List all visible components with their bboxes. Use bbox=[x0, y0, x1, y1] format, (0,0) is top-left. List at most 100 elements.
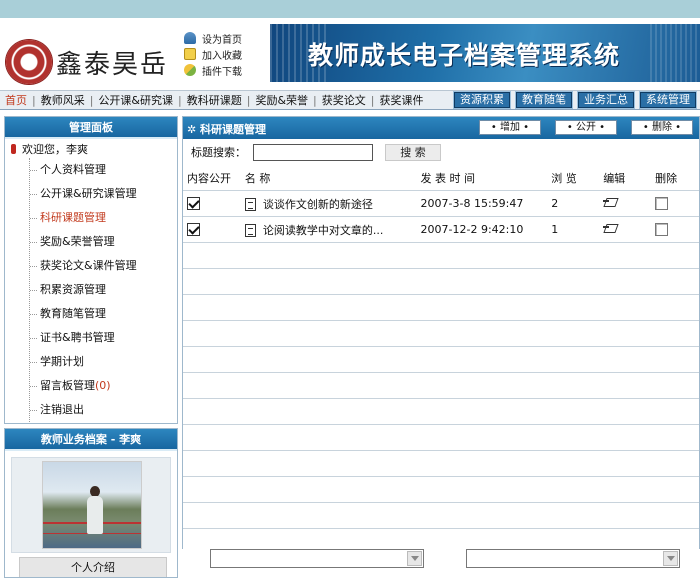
bottom-controls bbox=[182, 549, 700, 578]
add-favorite-link[interactable]: 加入收藏 bbox=[184, 46, 274, 62]
empty-row bbox=[183, 451, 699, 477]
topic-title-link[interactable]: 论阅读教学中对文章的... bbox=[263, 224, 384, 237]
delete-checkbox[interactable] bbox=[655, 197, 669, 211]
business-summary-button[interactable]: 业务汇总 bbox=[577, 91, 635, 109]
download-icon bbox=[184, 64, 196, 76]
education-essay-button[interactable]: 教育随笔 bbox=[515, 91, 573, 109]
nav-teacher-style[interactable]: 教师风采 bbox=[36, 92, 90, 108]
nav-award-courseware[interactable]: 获奖课件 bbox=[374, 92, 428, 108]
search-input[interactable] bbox=[253, 143, 373, 161]
col-edit: 编辑 bbox=[603, 171, 626, 185]
nav-home[interactable]: 首页 bbox=[0, 92, 32, 108]
sidebar-item-open-class[interactable]: 公开课&研究课管理 bbox=[30, 182, 177, 206]
sidebar-item-message-board[interactable]: 留言板管理(0) bbox=[30, 374, 177, 398]
empty-row bbox=[183, 425, 699, 451]
sidebar-item-logout[interactable]: 注销退出 bbox=[30, 398, 177, 422]
main-title: ✲ 科研课题管理 bbox=[187, 123, 267, 136]
document-icon bbox=[244, 198, 256, 211]
col-date: 发 表 时 间 bbox=[420, 171, 476, 185]
folder-icon bbox=[184, 48, 196, 60]
resource-accumulation-button[interactable]: 资源积累 bbox=[453, 91, 511, 109]
panel-title: 管理面板 bbox=[5, 117, 177, 139]
delete-checkbox[interactable] bbox=[655, 223, 669, 237]
sidebar-item-profile[interactable]: 个人资料管理 bbox=[30, 158, 177, 182]
main-title-text: 科研课题管理 bbox=[200, 123, 267, 136]
system-admin-button[interactable]: 系统管理 bbox=[639, 91, 697, 109]
date-cell: 2007-12-2 9:42:10 bbox=[420, 223, 524, 236]
empty-row bbox=[183, 477, 699, 503]
empty-row bbox=[183, 295, 699, 321]
col-views: 浏 览 bbox=[551, 171, 577, 185]
banner-title: 教师成长电子档案管理系统 bbox=[308, 41, 621, 70]
delete-button[interactable]: • 删除 • bbox=[631, 120, 693, 135]
sidebar-item-certificates[interactable]: 证书&聘书管理 bbox=[30, 326, 177, 350]
search-button[interactable]: 搜 索 bbox=[385, 143, 441, 161]
profile-title: 教师业务档案 - 李爽 bbox=[5, 429, 177, 451]
plugin-download-label: 插件下载 bbox=[202, 66, 242, 78]
bottom-select-right[interactable] bbox=[466, 549, 680, 568]
chevron-down-icon bbox=[663, 551, 678, 566]
empty-row bbox=[183, 243, 699, 269]
home-icon bbox=[184, 32, 196, 44]
views-cell: 1 bbox=[551, 223, 559, 236]
empty-row bbox=[183, 399, 699, 425]
nav-awards[interactable]: 奖励&荣誉 bbox=[250, 92, 313, 108]
sidebar-item-resources[interactable]: 积累资源管理 bbox=[30, 278, 177, 302]
bottom-select-left[interactable] bbox=[210, 549, 424, 568]
public-checkbox[interactable] bbox=[187, 223, 200, 237]
publish-button[interactable]: • 公开 • bbox=[555, 120, 617, 135]
nav-award-papers[interactable]: 获奖论文 bbox=[317, 92, 371, 108]
photo-person bbox=[87, 496, 103, 534]
top-strip bbox=[0, 0, 700, 18]
set-homepage-link[interactable]: 设为首页 bbox=[184, 30, 274, 46]
title-cell: 论阅读教学中对文章的... bbox=[241, 222, 421, 238]
empty-row bbox=[183, 347, 699, 373]
set-homepage-label: 设为首页 bbox=[202, 34, 242, 46]
add-button[interactable]: • 增加 • bbox=[479, 120, 541, 135]
edit-icon[interactable] bbox=[603, 196, 619, 208]
table-row: 论阅读教学中对文章的... 2007-12-2 9:42:10 1 bbox=[183, 217, 699, 243]
logo-seal-icon bbox=[6, 40, 52, 84]
empty-row bbox=[183, 269, 699, 295]
delete-cell bbox=[655, 197, 699, 211]
site-logo[interactable]: 鑫泰昊岳 bbox=[6, 40, 176, 86]
document-icon bbox=[244, 224, 256, 237]
header: 鑫泰昊岳 设为首页 加入收藏 插件下载 教师成长电子档案管理系统 bbox=[0, 18, 700, 88]
sidebar-item-essays[interactable]: 教育随笔管理 bbox=[30, 302, 177, 326]
edit-icon[interactable] bbox=[603, 222, 619, 234]
sidebar-item-research-topic[interactable]: 科研课题管理 bbox=[30, 206, 177, 230]
sidebar-item-semester-plan[interactable]: 学期计划 bbox=[30, 350, 177, 374]
main-nav: 首页 | 教师风采 | 公开课&研究课 | 教科研课题 | 奖励&荣誉 | 获奖… bbox=[0, 90, 700, 110]
research-topic-panel: ✲ 科研课题管理 • 增加 • • 公开 • • 删除 • 标题搜索： 搜 索 … bbox=[182, 116, 700, 550]
sidebar-item-papers-courseware[interactable]: 获奖论文&课件管理 bbox=[30, 254, 177, 278]
sidebar-item-awards[interactable]: 奖励&荣誉管理 bbox=[30, 230, 177, 254]
title-cell: 谈谈作文创新的新途径 bbox=[241, 196, 421, 212]
sidebar-menu: 个人资料管理 公开课&研究课管理 科研课题管理 奖励&荣誉管理 获奖论文&课件管… bbox=[29, 158, 177, 422]
action-buttons: • 增加 • • 公开 • • 删除 • bbox=[479, 120, 693, 135]
table-row: 谈谈作文创新的新途径 2007-3-8 15:59:47 2 bbox=[183, 191, 699, 217]
views-cell: 2 bbox=[551, 197, 559, 210]
search-label: 标题搜索： bbox=[191, 146, 246, 159]
edit-cell bbox=[603, 222, 655, 237]
nav-research-topic[interactable]: 教科研课题 bbox=[182, 92, 247, 108]
welcome-text: 欢迎您，李爽 bbox=[22, 142, 88, 156]
plugin-download-link[interactable]: 插件下载 bbox=[184, 62, 274, 78]
nav-open-class[interactable]: 公开课&研究课 bbox=[93, 92, 178, 108]
delete-cell bbox=[655, 223, 699, 237]
col-name: 名 称 bbox=[244, 171, 271, 185]
personal-intro-button[interactable]: 个人介绍 bbox=[19, 557, 167, 577]
banner: 教师成长电子档案管理系统 bbox=[270, 24, 700, 82]
profile-panel: 教师业务档案 - 李爽 个人介绍 bbox=[4, 428, 178, 578]
empty-row bbox=[183, 373, 699, 399]
bullet-icon bbox=[11, 143, 16, 154]
public-cell bbox=[183, 223, 241, 237]
topic-title-link[interactable]: 谈谈作文创新的新途径 bbox=[263, 198, 373, 211]
search-row: 标题搜索： 搜 索 bbox=[183, 142, 699, 162]
empty-row bbox=[183, 529, 699, 549]
public-cell bbox=[183, 197, 241, 211]
col-public: 内容公开 bbox=[187, 171, 231, 185]
message-board-label: 留言板管理 bbox=[40, 379, 95, 392]
empty-row bbox=[183, 321, 699, 347]
public-checkbox[interactable] bbox=[187, 197, 200, 211]
logo-text: 鑫泰昊岳 bbox=[56, 50, 169, 80]
